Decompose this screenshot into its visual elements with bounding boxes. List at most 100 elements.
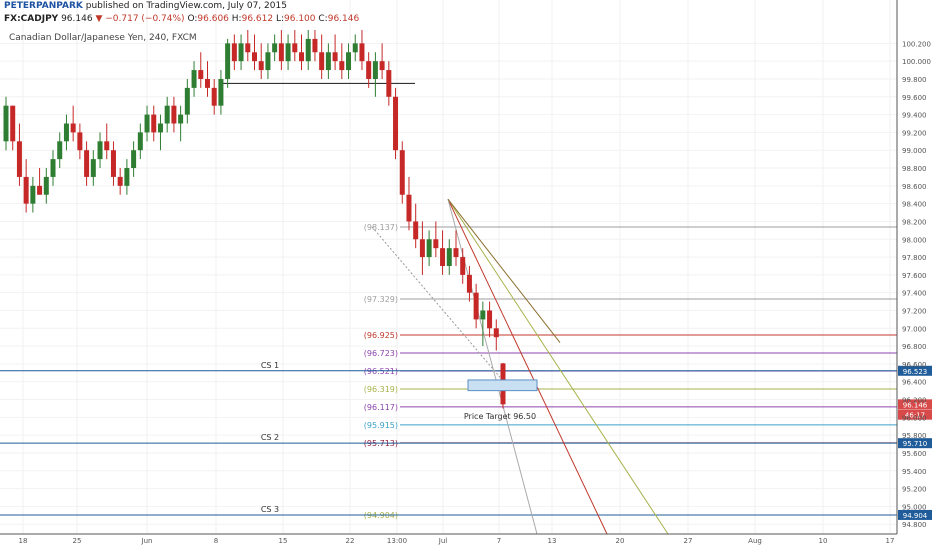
author-name[interactable]: PETERPANPARK (4, 1, 83, 11)
candle-body (198, 70, 204, 79)
y-tick-label: 100.000 (902, 58, 931, 66)
y-tick-label: 96.600 (902, 361, 927, 369)
fib-level-label: (96.521) (364, 367, 398, 376)
close-label: C: (318, 14, 328, 24)
chart-root: (98.137) (97.329) (96.925) (96.723) (96.521)… (0, 0, 932, 550)
publisher-line: PETERPANPARK published on TradingView.co… (4, 1, 287, 11)
y-tick-label: 98.000 (902, 236, 927, 244)
y-tick-label: 97.600 (902, 272, 927, 280)
candle-body (399, 150, 405, 195)
plot-background (0, 0, 897, 534)
candle-body (460, 257, 466, 275)
candle-body (84, 150, 90, 177)
candle-body (312, 38, 318, 53)
fib-level-label: (98.137) (364, 223, 398, 232)
candle-body (386, 70, 392, 97)
x-tick-label: 17 (886, 537, 895, 545)
x-tick-label: 20 (616, 537, 625, 545)
y-tick-label: 95.400 (902, 468, 927, 476)
candle-body (23, 176, 29, 204)
candle-body (144, 114, 150, 133)
y-tick-label: 98.600 (902, 183, 927, 191)
support-label: CS 1 (261, 361, 279, 370)
candle-body (151, 114, 157, 133)
candle-body (346, 52, 352, 71)
candle-body (372, 61, 378, 79)
y-tick-label: 97.000 (902, 325, 927, 333)
candle-body (393, 96, 399, 151)
candle-body (339, 61, 345, 71)
support-label: CS 3 (261, 505, 279, 514)
fib-level-label: (96.319) (364, 385, 398, 394)
chart-canvas: (98.137) (97.329) (96.925) (96.723) (96.521)… (0, 0, 932, 545)
fib-level-label: (96.723) (364, 349, 398, 358)
fib-level-label: (95.915) (364, 421, 398, 430)
y-tick-label: 95.200 (902, 486, 927, 494)
quote-line: FX:CADJPY 96.146 ▼ −0.717 (−0.74%) O:96.… (4, 14, 359, 24)
x-tick-label: 10 (819, 537, 828, 545)
support-price-tag-text: 95.710 (903, 440, 928, 448)
candle-body (473, 292, 479, 320)
candle-body (406, 194, 412, 222)
series-title: Canadian Dollar/Japanese Yen, 240, FXCM (9, 33, 197, 43)
y-tick-label: 97.400 (902, 290, 927, 298)
y-tick-label: 100.200 (902, 40, 931, 48)
open-label: O: (187, 14, 198, 24)
fib-level-label: (96.117) (364, 403, 398, 412)
candle-body (77, 132, 83, 151)
candle-body (10, 105, 16, 142)
candle-body (319, 52, 325, 71)
x-tick-label: 15 (279, 537, 288, 545)
fib-level-label: (97.329) (364, 295, 398, 304)
published-text: published on TradingView.com, July 07, 2… (85, 1, 287, 11)
candle-body (90, 159, 96, 177)
candle-body (70, 123, 76, 133)
candle-body (37, 185, 43, 195)
x-tick-label: Jul (438, 537, 448, 545)
candle-body (292, 43, 298, 53)
support-label: CS 2 (261, 433, 279, 442)
candle-body (258, 61, 264, 71)
candle-body (352, 43, 358, 53)
x-tick-label: 18 (19, 537, 28, 545)
candle-body (30, 185, 36, 204)
candle-body (440, 248, 446, 266)
candle-body (63, 123, 69, 142)
candle-body (218, 78, 224, 106)
candle-body (359, 43, 365, 62)
candle-body (366, 61, 372, 79)
y-tick-label: 98.200 (902, 218, 927, 226)
candle-body (487, 310, 493, 329)
x-tick-label: 27 (684, 537, 693, 545)
price-target-box (467, 379, 538, 392)
candle-body (419, 239, 425, 258)
candle-body (157, 123, 163, 133)
y-tick-label: 99.000 (902, 147, 927, 155)
y-tick-label: 99.800 (902, 76, 927, 84)
candle-body (252, 52, 257, 62)
y-tick-label: 99.200 (902, 129, 927, 137)
candle-body (178, 114, 184, 124)
candle-body (379, 61, 385, 71)
candle-body (245, 43, 251, 53)
candle-body (104, 141, 110, 151)
y-tick-label: 96.400 (902, 379, 927, 387)
x-tick-label: 25 (73, 537, 82, 545)
x-tick-label: Aug (748, 537, 762, 545)
candle-body (278, 43, 284, 62)
x-tick-label: 13 (548, 537, 557, 545)
y-tick-label: 99.400 (902, 112, 927, 120)
candle-body (493, 328, 499, 338)
candle-body (299, 52, 305, 62)
price-change: ▼ −0.717 (−0.74%) (95, 14, 185, 24)
y-tick-label: 99.600 (902, 94, 927, 102)
y-tick-label: 97.200 (902, 307, 927, 315)
x-tick-label: 22 (346, 537, 355, 545)
candle-body (272, 43, 278, 53)
candle-body (117, 176, 123, 186)
y-tick-label: 95.800 (902, 432, 927, 440)
candle-body (211, 87, 217, 106)
x-tick-label: 7 (497, 537, 501, 545)
candle-body (184, 87, 190, 115)
candle-body (131, 150, 137, 169)
